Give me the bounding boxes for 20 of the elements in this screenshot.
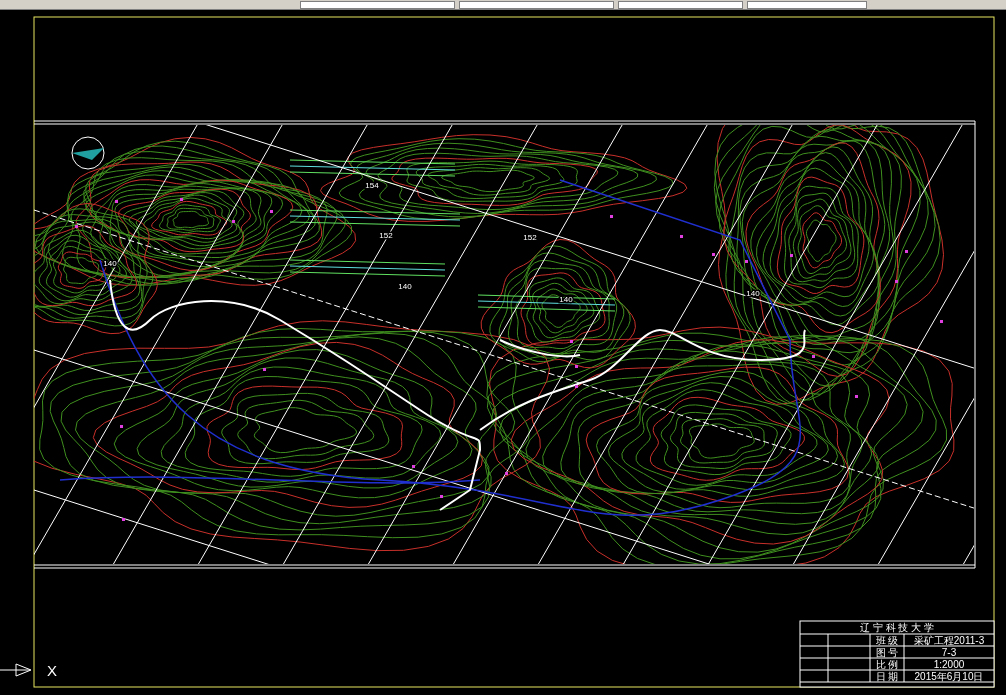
elevation-label: 154: [365, 181, 379, 190]
title-block-cell: 比 例: [875, 659, 899, 670]
elevation-label: 140: [103, 259, 117, 268]
title-block-cell: 采矿工程2011-3: [913, 635, 985, 646]
axis-label: X: [47, 662, 57, 679]
title-block-cell: 7-3: [941, 647, 957, 658]
lineweight-dropdown[interactable]: [747, 1, 867, 9]
title-block-cell: 日 期: [875, 671, 899, 682]
title-block-cell: 2015年6月10日: [914, 671, 984, 682]
color-dropdown[interactable]: [459, 1, 614, 9]
title-block-cell: 图 号: [875, 647, 899, 658]
title-block-cell: 班 级: [875, 635, 899, 646]
elevation-label: 140: [398, 282, 412, 291]
title-block-header: 辽 宁 科 技 大 学: [860, 622, 934, 633]
elevation-label: 152: [523, 233, 537, 242]
elevation-label: 140: [746, 289, 760, 298]
ucs-icon: [0, 663, 32, 677]
title-block-cell: 1:2000: [933, 659, 965, 670]
layer-dropdown[interactable]: [300, 1, 455, 9]
linetype-dropdown[interactable]: [618, 1, 743, 9]
